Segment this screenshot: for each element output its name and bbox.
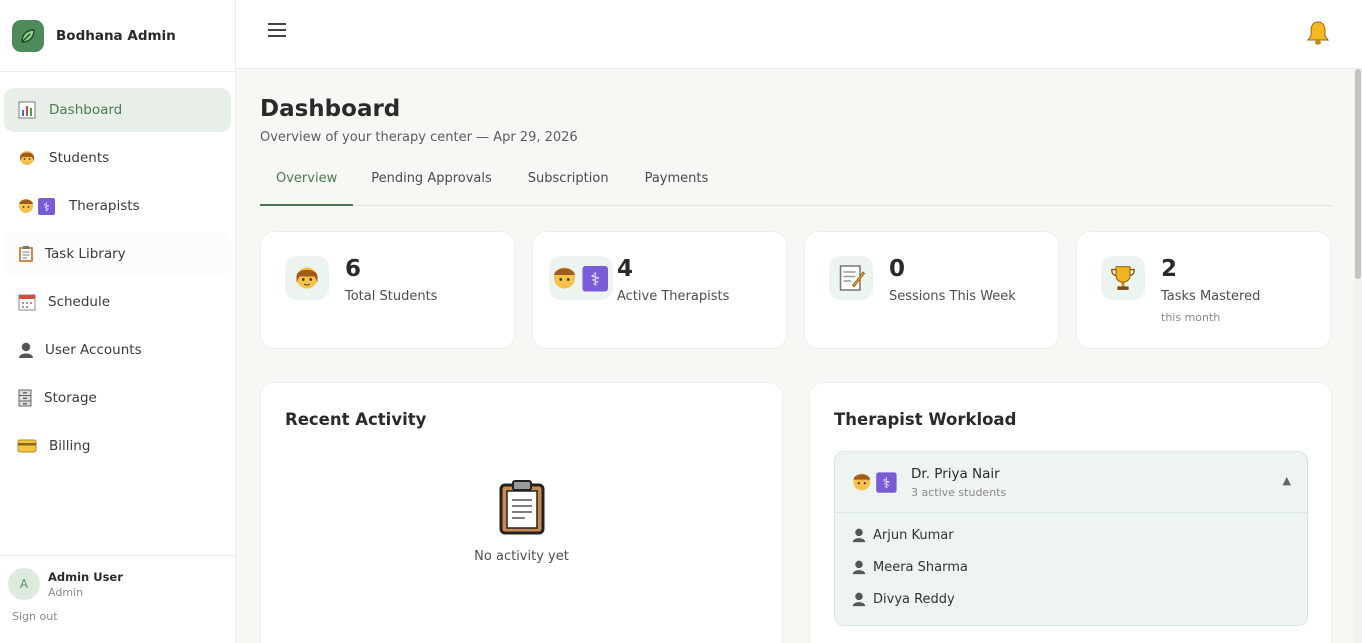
student-name: Meera Sharma — [873, 559, 968, 575]
credit-card-icon — [17, 436, 37, 456]
therapist-name: Dr. Priya Nair — [911, 466, 1000, 482]
sidebar-item-user-accounts[interactable]: User Accounts — [4, 328, 231, 372]
stat-card-tasks-mastered: 2 Tasks Mastered this month — [1076, 231, 1331, 349]
svg-text:⚕: ⚕ — [883, 476, 891, 492]
sidebar-item-storage[interactable]: Storage — [4, 376, 231, 420]
user-silhouette-icon — [851, 591, 867, 607]
student-name: Arjun Kumar — [873, 527, 954, 543]
user-panel: A Admin User Admin Sign out — [0, 555, 235, 643]
tab-bar: Overview Pending Approvals Subscription … — [260, 171, 1332, 206]
stat-value: 4 — [617, 256, 634, 282]
student-icon — [17, 148, 37, 168]
avatar: A — [8, 568, 40, 600]
therapist-icon: ⚕ — [549, 256, 613, 300]
user-profile[interactable]: A Admin User Admin — [8, 568, 227, 600]
user-silhouette-icon — [851, 559, 867, 575]
tab-overview[interactable]: Overview — [260, 171, 354, 206]
empty-state-text: No activity yet — [474, 549, 569, 564]
sidebar-item-label: Students — [49, 150, 110, 166]
sidebar-item-label: Storage — [44, 390, 97, 406]
sidebar-item-label: Billing — [49, 438, 91, 454]
sidebar-item-label: Dashboard — [49, 102, 123, 118]
therapist-icon: ⚕ — [17, 196, 57, 216]
sidebar-item-label: User Accounts — [45, 342, 142, 358]
panel-title: Therapist Workload — [834, 410, 1017, 429]
sidebar-item-therapists[interactable]: ⚕ Therapists — [4, 184, 231, 228]
page-scrollbar[interactable] — [1354, 69, 1362, 643]
recent-activity-panel: Recent Activity No activity yet — [260, 382, 783, 643]
accordion-header[interactable]: ⚕ Dr. Priya Nair 3 active students ▲ — [835, 452, 1307, 513]
page-subtitle: Overview of your therapy center — Apr 29… — [260, 130, 578, 145]
sidebar-item-label: Schedule — [48, 294, 111, 310]
svg-text:⚕: ⚕ — [590, 270, 600, 291]
stat-label: Tasks Mastered — [1161, 289, 1261, 304]
student-name: Divya Reddy — [873, 591, 955, 607]
memo-icon — [829, 256, 873, 300]
clipboard-icon — [17, 244, 35, 264]
calendar-icon — [17, 292, 37, 312]
stat-card-total-students: 6 Total Students — [260, 231, 515, 349]
list-item: Meera Sharma — [835, 551, 1307, 583]
user-silhouette-icon — [17, 340, 35, 360]
svg-text:⚕: ⚕ — [43, 200, 50, 214]
sign-out-link[interactable]: Sign out — [12, 610, 58, 623]
stat-card-sessions-this-week: 0 Sessions This Week — [804, 231, 1059, 349]
brand-name: Bodhana Admin — [56, 27, 176, 44]
stat-note: this month — [1161, 311, 1221, 324]
sidebar-item-task-library[interactable]: Task Library — [4, 232, 231, 276]
therapist-workload-panel: Therapist Workload ⚕ Dr. Priya Nair 3 ac… — [809, 382, 1332, 643]
stat-value: 0 — [889, 256, 906, 282]
sidebar-item-schedule[interactable]: Schedule — [4, 280, 231, 324]
panel-title: Recent Activity — [285, 410, 427, 429]
sidebar-nav: Dashboard Students ⚕ Therapists Task Lib… — [0, 72, 235, 468]
cabinet-icon — [17, 388, 33, 408]
sidebar-item-label: Therapists — [69, 198, 140, 214]
stat-value: 2 — [1161, 256, 1178, 282]
stat-label: Total Students — [345, 289, 438, 304]
student-icon — [285, 256, 329, 300]
therapist-student-count: 3 active students — [911, 486, 1007, 499]
sidebar-item-students[interactable]: Students — [4, 136, 231, 180]
clipboard-icon — [497, 479, 547, 535]
stats-row: 6 Total Students ⚕ 4 Active Therapists 0… — [260, 231, 1332, 349]
hamburger-icon[interactable] — [268, 23, 286, 43]
panels-row: Recent Activity No activity yet Therapis… — [260, 382, 1332, 643]
trophy-icon — [1101, 256, 1145, 300]
stat-value: 6 — [345, 256, 362, 282]
stat-label: Sessions This Week — [889, 289, 1016, 304]
list-item: Divya Reddy — [835, 583, 1307, 615]
sidebar-item-label: Task Library — [45, 246, 126, 262]
therapist-icon: ⚕ — [851, 470, 899, 494]
list-item: Arjun Kumar — [835, 519, 1307, 551]
user-name: Admin User — [48, 569, 123, 584]
accordion-body: Arjun Kumar Meera Sharma Divya Reddy — [835, 513, 1307, 615]
stat-card-active-therapists: ⚕ 4 Active Therapists — [532, 231, 787, 349]
stat-label: Active Therapists — [617, 289, 730, 304]
therapist-accordion: ⚕ Dr. Priya Nair 3 active students ▲ Arj… — [834, 451, 1308, 626]
top-bar — [236, 0, 1362, 69]
main-content: Dashboard Overview of your therapy cente… — [260, 69, 1332, 643]
sidebar: Bodhana Admin Dashboard Students ⚕ Thera… — [0, 0, 236, 643]
scrollbar-thumb[interactable] — [1355, 69, 1361, 279]
leaf-icon — [12, 19, 44, 52]
sidebar-item-dashboard[interactable]: Dashboard — [4, 88, 231, 132]
tab-subscription[interactable]: Subscription — [510, 171, 627, 206]
user-role: Admin — [48, 585, 84, 599]
tab-pending-approvals[interactable]: Pending Approvals — [353, 171, 510, 206]
chevron-up-icon[interactable]: ▲ — [1283, 474, 1291, 487]
page-title: Dashboard — [260, 96, 401, 122]
bell-icon[interactable] — [1306, 20, 1330, 46]
sidebar-item-billing[interactable]: Billing — [4, 424, 231, 468]
user-silhouette-icon — [851, 527, 867, 543]
empty-state: No activity yet — [261, 479, 782, 564]
tab-payments[interactable]: Payments — [627, 171, 727, 206]
brand[interactable]: Bodhana Admin — [0, 0, 235, 72]
bar-chart-icon — [17, 100, 37, 120]
